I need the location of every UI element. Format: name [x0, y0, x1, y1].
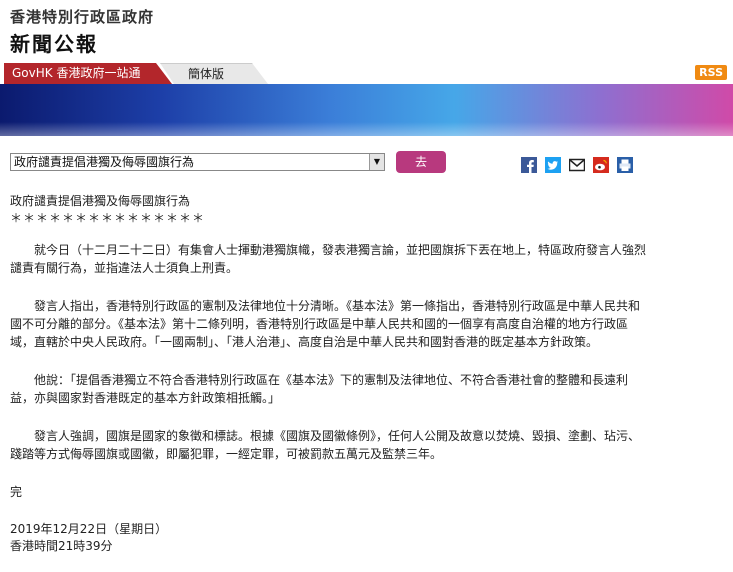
- facebook-icon[interactable]: [521, 157, 537, 173]
- email-icon[interactable]: [569, 157, 585, 173]
- header-banner: [0, 84, 733, 136]
- tab-simplified-chinese[interactable]: 簡体版: [160, 63, 268, 84]
- nav-tab-bar: GovHK 香港政府一站通 簡体版 RSS: [0, 63, 733, 84]
- article-paragraph: 就今日（十二月二十二日）有集會人士揮動港獨旗幟，發表港獨言論，並把國旗拆下丟在地…: [10, 243, 647, 275]
- weibo-icon[interactable]: [593, 157, 609, 173]
- article-paragraph: 他說：「提倡香港獨立不符合香港特別行政區在《基本法》下的憲制及法律地位、不符合香…: [10, 373, 629, 405]
- press-release-body: 政府譴責提倡港獨及侮辱國旗行為 ＊＊＊＊＊＊＊＊＊＊＊＊＊＊＊ 就今日（十二月二…: [10, 193, 650, 555]
- select-value: 政府譴責提倡港獨及侮辱國旗行為: [14, 155, 195, 169]
- page-title: 新聞公報: [10, 32, 98, 56]
- rss-button[interactable]: RSS: [695, 65, 727, 80]
- article-paragraph: 發言人強調，國旗是國家的象徵和標誌。根據《國旗及國徽條例》，任何人公開及故意以焚…: [10, 429, 641, 461]
- press-release-select[interactable]: 政府譴責提倡港獨及侮辱國旗行為 ▼: [10, 153, 385, 171]
- tab-govhk[interactable]: GovHK 香港政府一站通: [4, 63, 172, 84]
- org-name: 香港特別行政區政府: [10, 8, 155, 26]
- publish-date: 2019年12月22日（星期日）: [10, 522, 168, 536]
- article-title: 政府譴責提倡港獨及侮辱國旗行為: [10, 194, 191, 208]
- go-button[interactable]: 去: [396, 151, 446, 173]
- publish-time: 香港時間21時39分: [10, 539, 113, 553]
- article-end-mark: 完: [10, 485, 23, 499]
- article-paragraph: 發言人指出，香港特別行政區的憲制及法律地位十分清晰。《基本法》第一條指出，香港特…: [10, 299, 641, 349]
- print-icon[interactable]: [617, 157, 633, 173]
- twitter-icon[interactable]: [545, 157, 561, 173]
- chevron-down-icon[interactable]: ▼: [369, 154, 384, 170]
- star-divider: ＊＊＊＊＊＊＊＊＊＊＊＊＊＊＊: [10, 211, 206, 225]
